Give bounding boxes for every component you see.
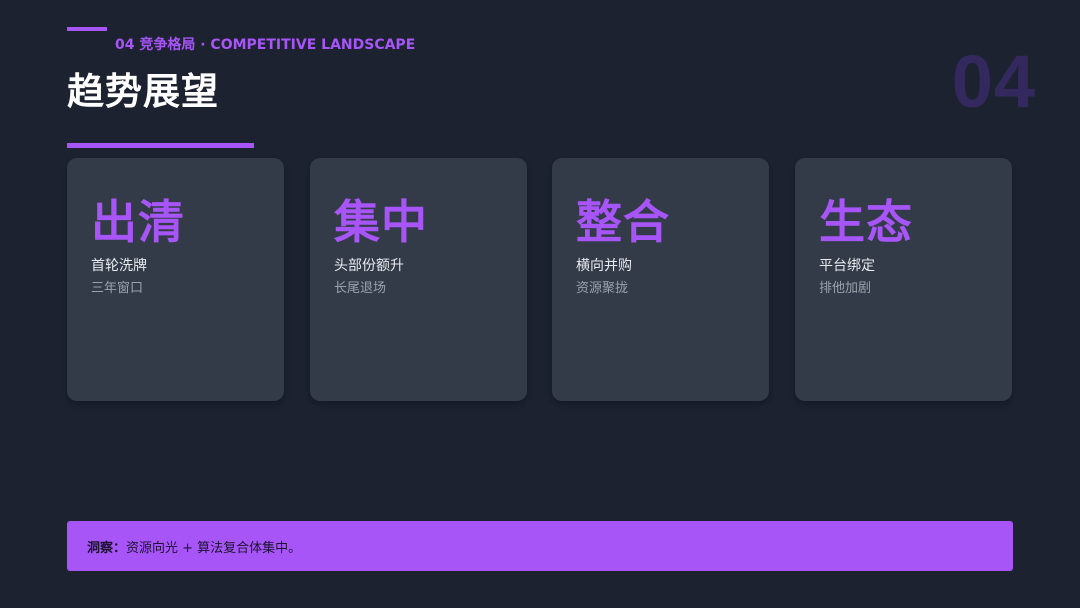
insight-bar: 洞察： 资源向光 + 算法复合体集中。 [67, 521, 1013, 571]
card-subtitle: 平台绑定 [819, 258, 875, 274]
card-heading: 生态 [819, 195, 913, 249]
card-ecosystem: 生态 平台绑定 排他加剧 [795, 158, 1012, 401]
card-clearing: 出清 首轮洗牌 三年窗口 [67, 158, 284, 401]
card-subtitle: 首轮洗牌 [91, 258, 147, 274]
section-label: 04 竞争格局 · COMPETITIVE LANDSCAPE [115, 37, 416, 53]
insight-text: 资源向光 + 算法复合体集中。 [126, 540, 302, 556]
title-underline [67, 143, 254, 148]
card-subtitle: 横向并购 [576, 258, 632, 274]
card-subtitle: 头部份额升 [334, 258, 404, 274]
insight-label: 洞察： [87, 540, 127, 556]
card-detail: 长尾退场 [334, 281, 387, 296]
card-heading: 整合 [576, 195, 670, 249]
card-detail: 资源聚拢 [576, 281, 629, 296]
card-integration: 整合 横向并购 资源聚拢 [552, 158, 769, 401]
card-concentration: 集中 头部份额升 长尾退场 [310, 158, 527, 401]
page-title: 趋势展望 [67, 70, 219, 113]
top-accent-bar [67, 27, 107, 31]
card-detail: 排他加剧 [819, 281, 872, 296]
card-heading: 出清 [91, 195, 185, 249]
page-number: 04 [951, 40, 1036, 123]
card-detail: 三年窗口 [91, 281, 144, 296]
card-heading: 集中 [334, 195, 428, 249]
